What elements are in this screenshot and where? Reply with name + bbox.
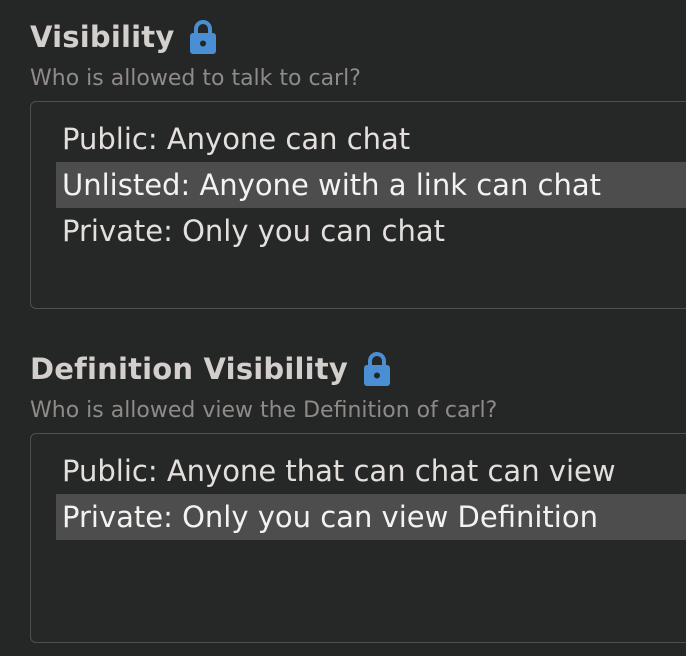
definition-visibility-title: Definition Visibility — [30, 352, 348, 386]
visibility-option-private[interactable]: Private: Only you can chat — [56, 208, 686, 254]
lock-icon — [362, 351, 392, 387]
definition-visibility-description: Who is allowed view the Definition of ca… — [30, 398, 498, 423]
definition-visibility-listbox[interactable]: Public: Anyone that can chat can view Pr… — [30, 433, 686, 643]
settings-page: Visibility Who is allowed to talk to car… — [0, 0, 686, 656]
definition-option-private[interactable]: Private: Only you can view Definition — [56, 494, 686, 540]
visibility-title: Visibility — [30, 20, 175, 54]
lock-icon — [188, 19, 218, 55]
visibility-option-public[interactable]: Public: Anyone can chat — [56, 116, 686, 162]
visibility-option-unlisted[interactable]: Unlisted: Anyone with a link can chat — [56, 162, 686, 208]
visibility-heading-row: Visibility — [30, 17, 218, 57]
visibility-description: Who is allowed to talk to carl? — [30, 66, 361, 91]
definition-visibility-heading-row: Definition Visibility — [30, 349, 392, 389]
visibility-listbox[interactable]: Public: Anyone can chat Unlisted: Anyone… — [30, 101, 686, 309]
definition-option-public[interactable]: Public: Anyone that can chat can view — [56, 448, 686, 494]
